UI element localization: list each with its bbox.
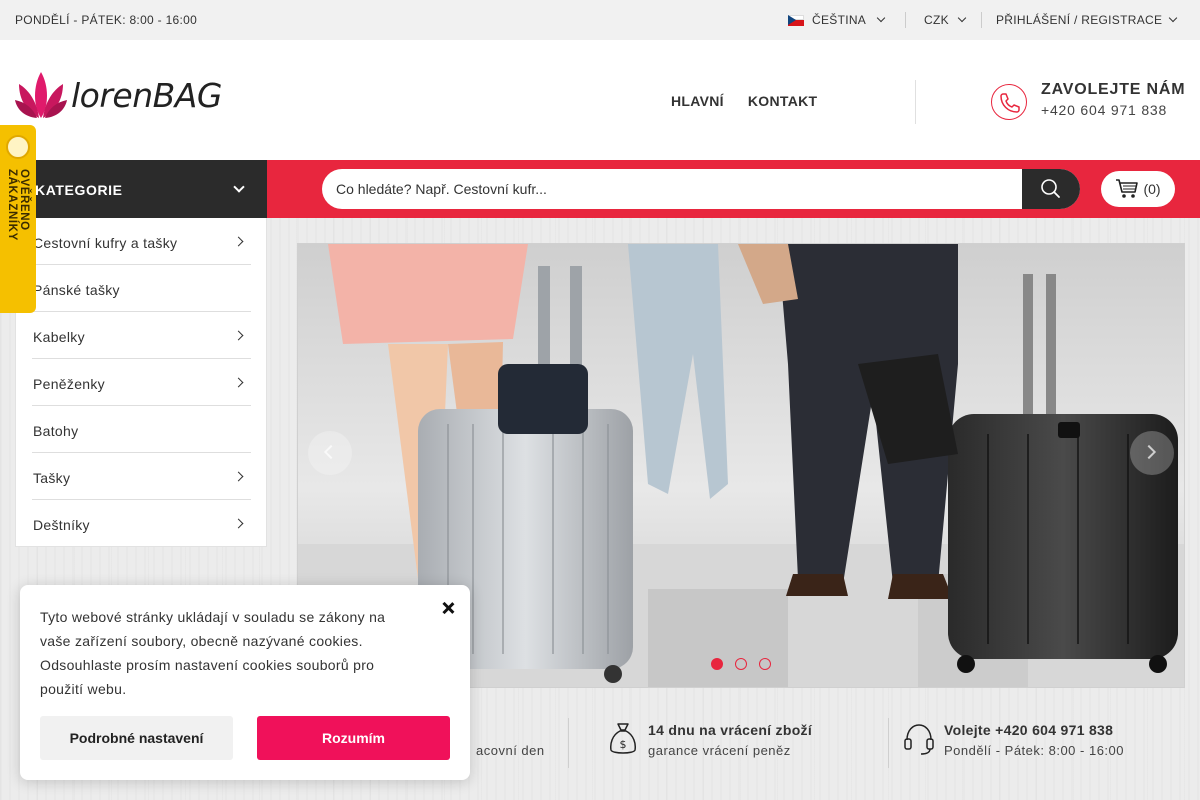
call-us-title: ZAVOLEJTE NÁM	[1041, 81, 1186, 98]
login-label: PŘIHLÁŠENÍ / REGISTRACE	[996, 13, 1163, 27]
category-label: Tašky	[33, 470, 71, 486]
lotus-logo-icon	[15, 72, 67, 118]
search-icon	[1041, 179, 1060, 198]
divider	[981, 12, 982, 28]
category-item[interactable]: Kabelky	[32, 312, 251, 359]
categories-heading: KATEGORIE	[35, 182, 123, 198]
category-list: Cestovní kufry a tašky Pánské tašky Kabe…	[15, 218, 267, 547]
cart-icon	[1116, 179, 1139, 198]
category-item[interactable]: Tašky	[32, 453, 251, 500]
logo-text: lorenBAG	[71, 75, 222, 115]
benefit-3-subtitle: Pondělí - Pátek: 8:00 - 16:00	[944, 743, 1124, 758]
benefit-2-subtitle: garance vrácení peněz	[648, 743, 791, 758]
phone-icon	[991, 84, 1027, 120]
category-item[interactable]: Cestovní kufry a tašky	[32, 218, 251, 265]
top-bar: PONDĚLÍ - PÁTEK: 8:00 - 16:00 ČEŠTINA CZ…	[0, 0, 1200, 40]
slider-dot-3[interactable]	[759, 658, 771, 670]
divider	[888, 718, 889, 768]
chevron-down-icon	[1169, 13, 1178, 23]
categories-toggle[interactable]: KATEGORIE	[15, 160, 267, 218]
language-selector[interactable]: ČEŠTINA	[788, 13, 886, 27]
nav-contact[interactable]: KONTAKT	[748, 93, 818, 109]
logo[interactable]: lorenBAG	[15, 70, 222, 120]
headset-icon	[904, 724, 934, 755]
currency-selector[interactable]: CZK	[924, 13, 967, 27]
benefit-2-title: 14 dnu na vrácení zboží	[648, 722, 813, 738]
category-item[interactable]: Deštníky	[32, 500, 251, 547]
slider-prev-button[interactable]	[308, 431, 352, 475]
search-box	[322, 169, 1080, 209]
chevron-right-icon	[233, 330, 244, 341]
chevron-right-icon	[1141, 444, 1157, 460]
search-input[interactable]	[322, 169, 1022, 209]
slider-dot-1[interactable]	[711, 658, 723, 670]
divider	[915, 80, 916, 124]
chevron-down-icon	[876, 13, 886, 23]
verified-seal-icon	[6, 135, 30, 159]
svg-text:$: $	[620, 738, 627, 751]
search-button[interactable]	[1022, 169, 1080, 209]
czech-flag-icon	[788, 14, 804, 26]
slider-dot-2[interactable]	[735, 658, 747, 670]
chevron-right-icon	[233, 471, 244, 482]
chevron-down-icon	[957, 13, 967, 23]
language-label: ČEŠTINA	[812, 13, 867, 27]
slider-dots	[711, 658, 771, 670]
chevron-right-icon	[233, 377, 244, 388]
divider	[568, 718, 569, 768]
cookie-text: Tyto webové stránky ukládají v souladu s…	[40, 609, 386, 697]
chevron-right-icon	[233, 236, 244, 247]
category-label: Deštníky	[33, 517, 90, 533]
chevron-right-icon	[233, 518, 244, 529]
login-register-link[interactable]: PŘIHLÁŠENÍ / REGISTRACE	[996, 13, 1178, 27]
verified-badge-text: OVĚŘENO ZÁKAZNÍKY	[6, 169, 30, 241]
benefit-3-title: Volejte +420 604 971 838	[944, 722, 1114, 738]
opening-hours: PONDĚLÍ - PÁTEK: 8:00 - 16:00	[15, 13, 198, 27]
verified-badge[interactable]: OVĚŘENO ZÁKAZNÍKY	[0, 125, 36, 313]
cookie-consent-dialog: Tyto webové stránky ukládají v souladu s…	[20, 585, 470, 780]
category-label: Peněženky	[33, 376, 105, 392]
chevron-left-icon	[323, 444, 339, 460]
category-item[interactable]: Peněženky	[32, 359, 251, 406]
benefit-1-subtitle: acovní den	[476, 743, 545, 758]
cookie-accept-button[interactable]: Rozumím	[257, 716, 450, 760]
chevron-down-icon	[233, 181, 245, 193]
nav-home[interactable]: HLAVNÍ	[671, 93, 724, 109]
category-label: Pánské tašky	[33, 282, 120, 298]
category-item[interactable]: Pánské tašky	[32, 265, 251, 312]
close-icon[interactable]	[439, 599, 457, 617]
cart-button[interactable]: (0)	[1101, 171, 1175, 207]
call-us-number[interactable]: +420 604 971 838	[1041, 102, 1167, 118]
category-item[interactable]: Batohy	[32, 406, 251, 453]
main-nav: HLAVNÍ KONTAKT	[671, 93, 817, 109]
category-label: Kabelky	[33, 329, 85, 345]
cookie-settings-button[interactable]: Podrobné nastavení	[40, 716, 233, 760]
cart-count: (0)	[1143, 181, 1161, 197]
currency-label: CZK	[924, 13, 949, 27]
divider	[905, 12, 906, 28]
money-bag-icon: $	[610, 723, 636, 754]
category-label: Cestovní kufry a tašky	[33, 235, 178, 251]
category-label: Batohy	[33, 423, 79, 439]
slider-next-button[interactable]	[1130, 431, 1174, 475]
